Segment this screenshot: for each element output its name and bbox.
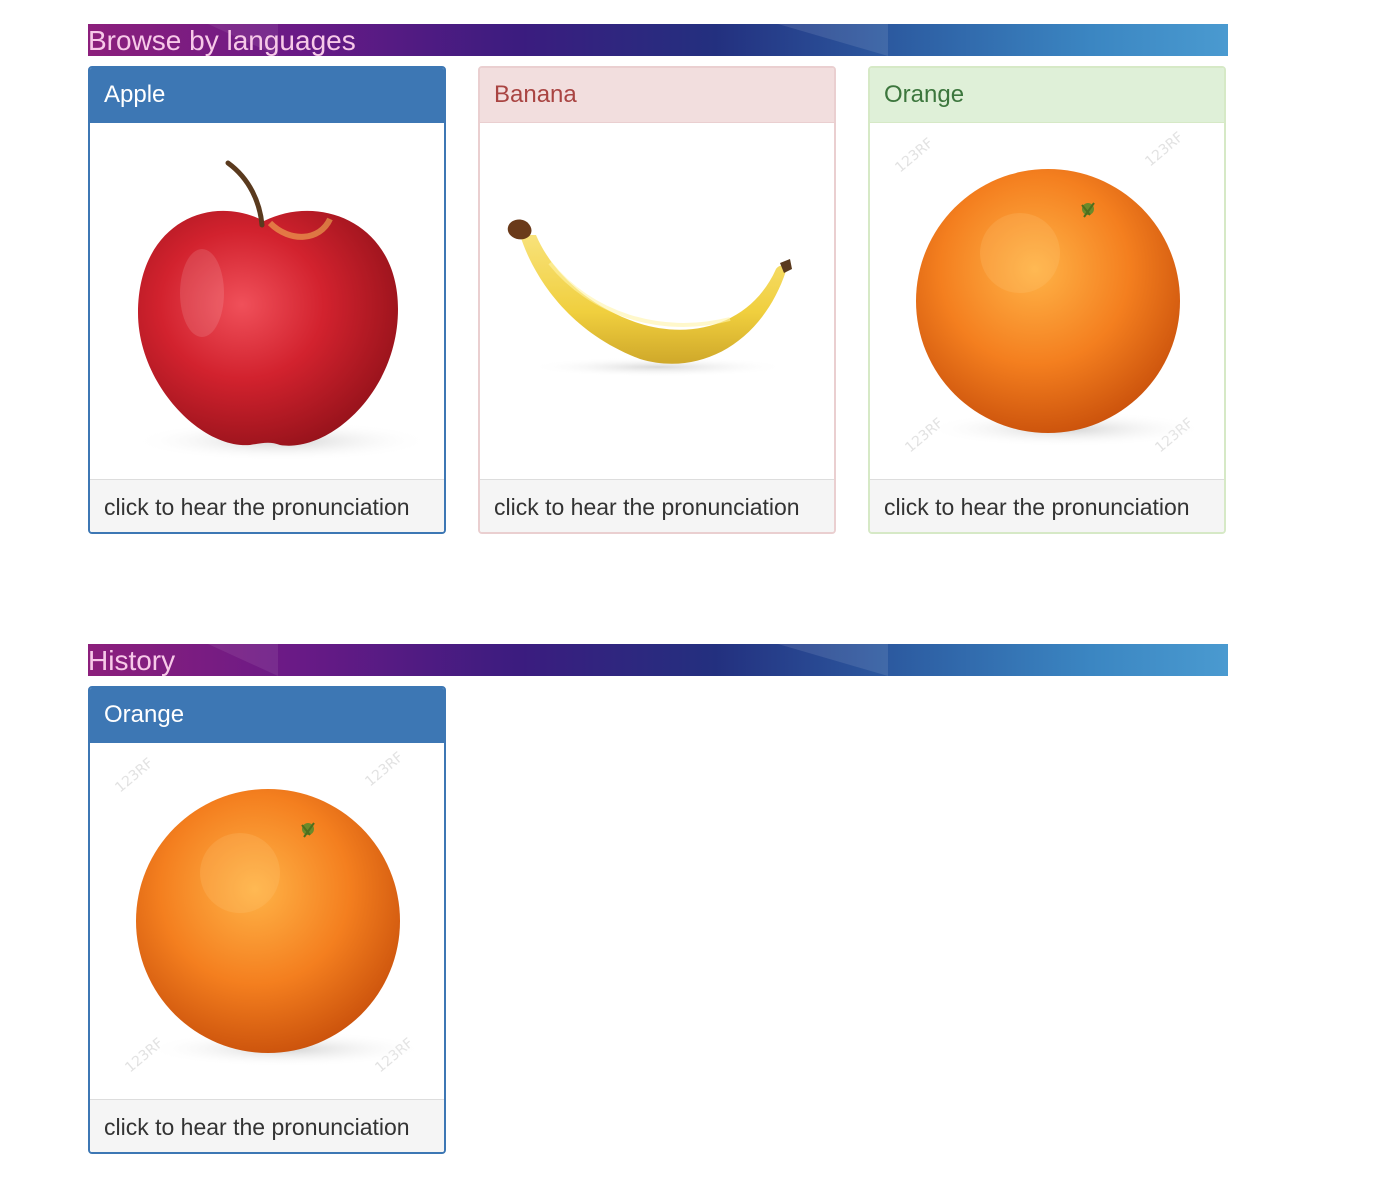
banana-image: [480, 123, 834, 479]
svg-text:123RF: 123RF: [1142, 129, 1186, 170]
card-apple[interactable]: Apple click to hear the pronunciation: [88, 66, 446, 534]
orange-image: 123RF 123RF 123RF 123RF: [870, 123, 1224, 479]
history-banner: History: [88, 644, 1228, 676]
history-card-orange[interactable]: Orange 123RF 123RF 123RF click to hear t…: [88, 686, 446, 1154]
card-title: Orange: [90, 688, 444, 743]
card-title: Orange: [870, 68, 1224, 123]
pronunciation-caption: click to hear the pronunciation: [90, 479, 444, 532]
history-card-grid: Orange 123RF 123RF 123RF click to hear t…: [88, 686, 1228, 1158]
browse-banner: Browse by languages: [88, 24, 1228, 56]
card-banana[interactable]: Banana click to hear the pronunciation: [478, 66, 836, 534]
browse-heading: Browse by languages: [88, 25, 356, 56]
browse-card-grid: Apple click to hear the pronunciation Ba…: [88, 66, 1228, 538]
orange-image: 123RF 123RF 123RF 123RF: [90, 743, 444, 1099]
svg-text:123RF: 123RF: [892, 135, 936, 176]
card-title: Banana: [480, 68, 834, 123]
pronunciation-caption: click to hear the pronunciation: [480, 479, 834, 532]
pronunciation-caption: click to hear the pronunciation: [870, 479, 1224, 532]
history-section: History Orange 123RF 123RF 123RF click t…: [88, 644, 1228, 1158]
svg-text:123RF: 123RF: [112, 755, 156, 796]
history-heading: History: [88, 645, 176, 676]
svg-text:123RF: 123RF: [362, 749, 406, 790]
card-orange[interactable]: Orange 123RF 123RF 123RF click to hear t…: [868, 66, 1226, 534]
apple-image: [90, 123, 444, 479]
pronunciation-caption: click to hear the pronunciation: [90, 1099, 444, 1152]
card-title: Apple: [90, 68, 444, 123]
browse-section: Browse by languages Apple click to hear …: [88, 24, 1228, 538]
